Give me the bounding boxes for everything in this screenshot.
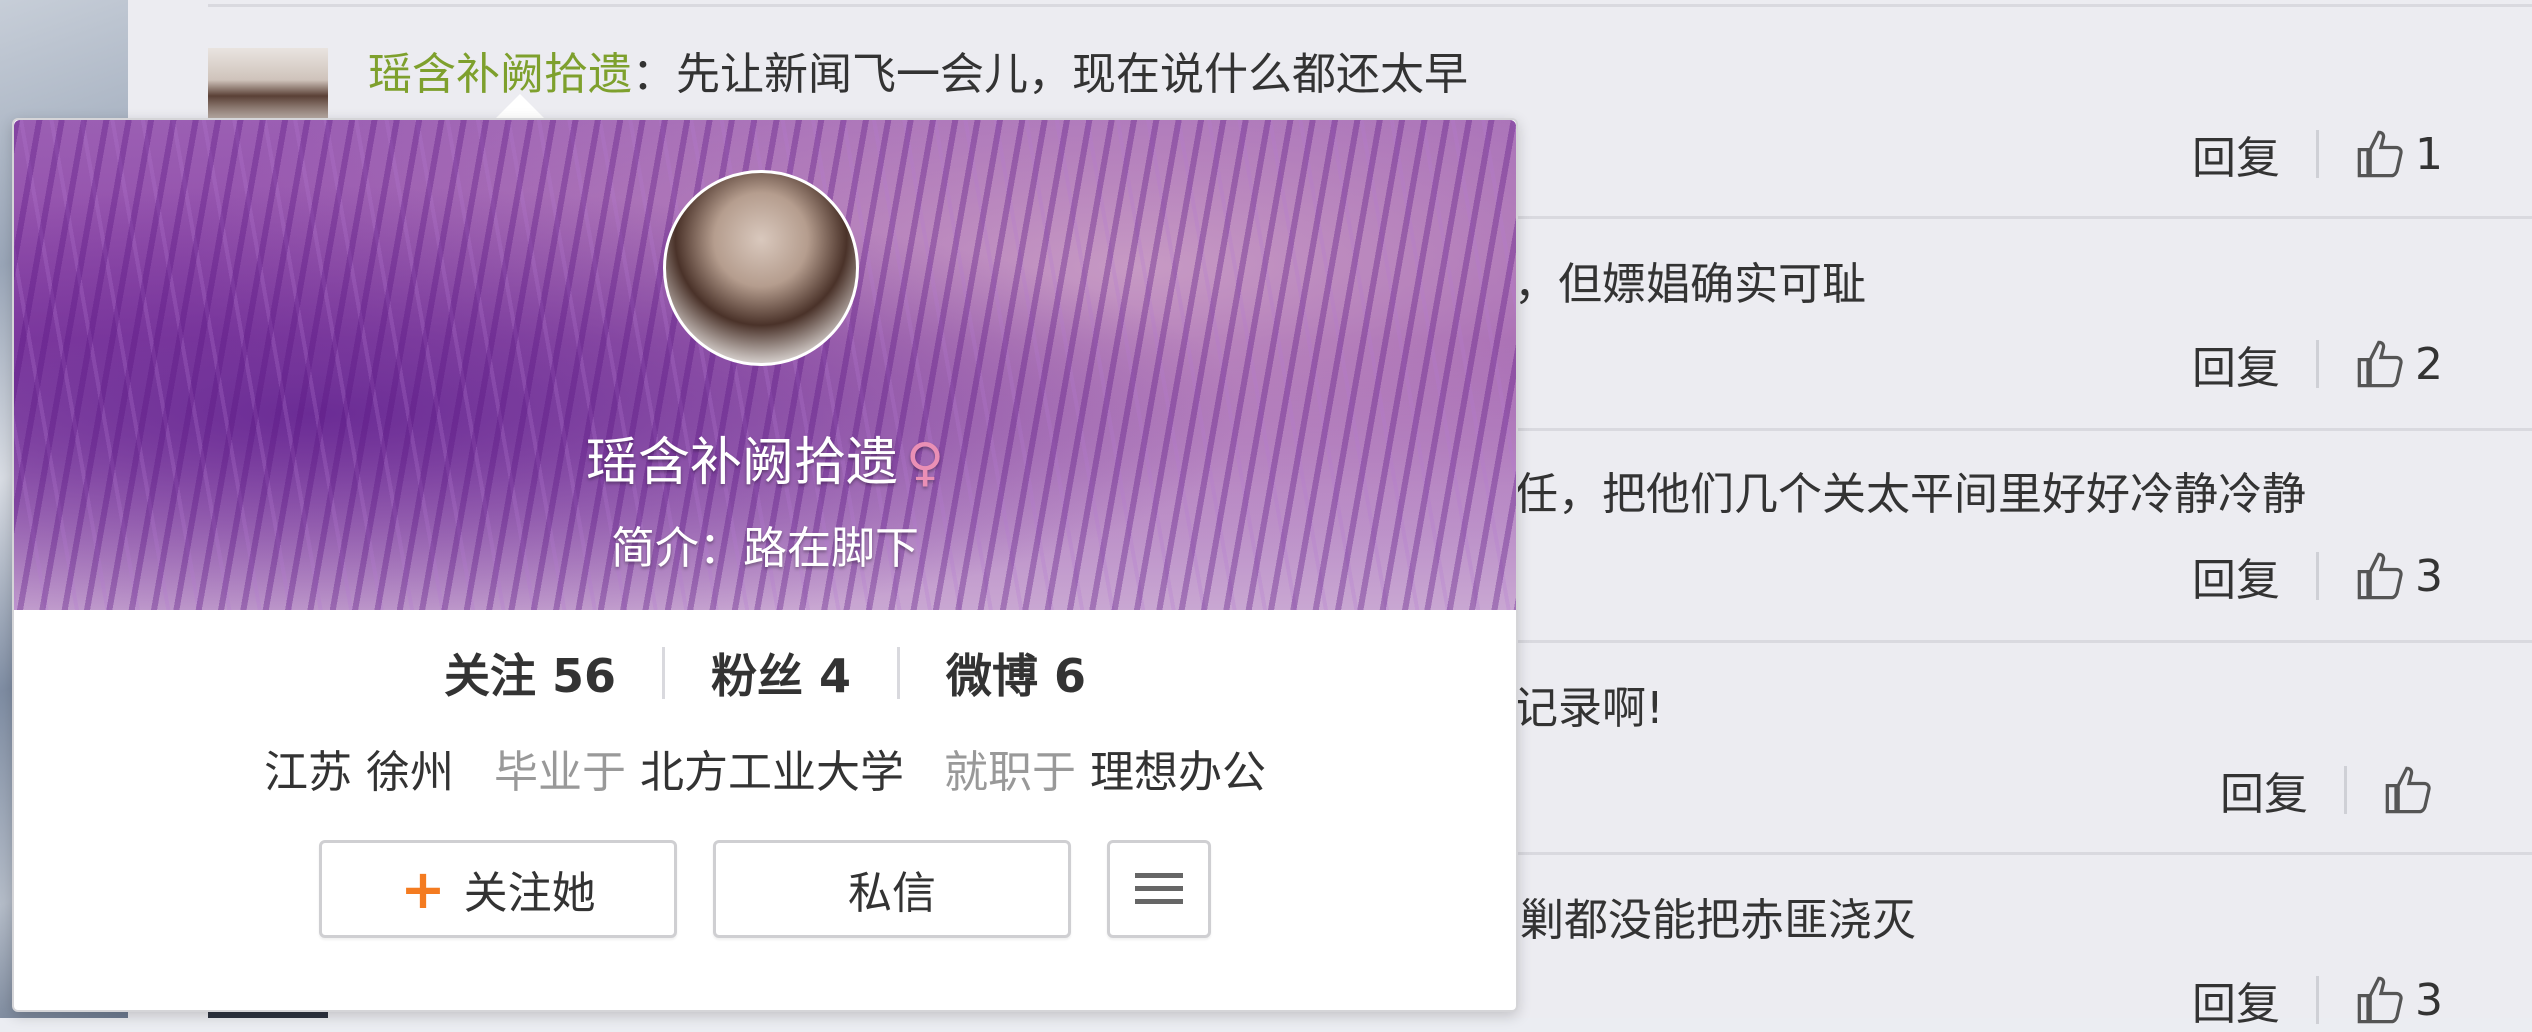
follow-button[interactable]: + 关注她 <box>319 840 677 938</box>
comment-actions: 回复 2 <box>2192 332 2443 396</box>
comment-avatar[interactable] <box>208 48 328 128</box>
reply-button[interactable]: 回复 <box>2220 758 2308 822</box>
like-count: 2 <box>2415 338 2443 390</box>
profile-avatar[interactable] <box>663 170 859 366</box>
work-prefix: 就职于 <box>944 747 1076 798</box>
action-separator <box>2316 340 2319 388</box>
like-count: 1 <box>2415 128 2443 180</box>
school-prefix: 毕业于 <box>494 747 626 798</box>
profile-bio: 简介：路在脚下 <box>611 523 919 574</box>
comment-text: ，但嫖娼确实可耻 <box>1514 248 1866 312</box>
profile-actions: + 关注她 私信 <box>14 840 1516 938</box>
comment-text: 剿都没能把赤匪浇灭 <box>1520 884 1916 948</box>
comment-body: 剿都没能把赤匪浇灭 <box>1520 895 1916 946</box>
comment-text: 记录啊! <box>1514 672 1664 736</box>
message-button[interactable]: 私信 <box>713 840 1071 938</box>
action-separator <box>2316 130 2319 178</box>
comment-author-link[interactable]: 瑶含补阙拾遗 <box>368 49 632 100</box>
reply-button[interactable]: 回复 <box>2192 968 2280 1032</box>
message-button-label: 私信 <box>848 868 936 919</box>
profile-school: 北方工业大学 <box>640 747 904 798</box>
profile-name[interactable]: 瑶含补阙拾遗 ♀ <box>14 420 1516 495</box>
profile-name-text[interactable]: 瑶含补阙拾遗 <box>586 433 898 493</box>
comment-actions: 回复 3 <box>2192 544 2443 608</box>
profile-work: 理想办公 <box>1090 747 1266 798</box>
like-thumb-icon[interactable] <box>2355 550 2407 602</box>
reply-button[interactable]: 回复 <box>2192 544 2280 608</box>
profile-hover-card: 瑶含补阙拾遗 ♀ 简介：路在脚下 关注 56 粉丝 4 微博 6 江苏 徐州 毕业于… <box>12 118 1518 1012</box>
like-thumb-icon[interactable] <box>2355 974 2407 1026</box>
plus-icon: + <box>400 857 446 921</box>
followers-count-link[interactable]: 粉丝 4 <box>665 640 897 706</box>
weibo-count-link[interactable]: 微博 6 <box>900 640 1132 706</box>
profile-cover-image: 瑶含补阙拾遗 ♀ 简介：路在脚下 <box>14 120 1516 610</box>
follow-button-label: 关注她 <box>463 868 596 919</box>
comment-text: 瑶含补阙拾遗：先让新闻飞一会儿，现在说什么都还太早 <box>368 38 1468 102</box>
comment-actions: 回复 1 <box>2192 122 2443 186</box>
profile-info: 江苏 徐州 毕业于 北方工业大学 就职于 理想办公 <box>14 736 1516 800</box>
comment-separator: ： <box>632 49 676 100</box>
like-count: 3 <box>2415 550 2443 602</box>
comment-body: 任，把他们几个关太平间里好好冷静冷静 <box>1514 469 2306 520</box>
reply-button[interactable]: 回复 <box>2192 332 2280 396</box>
female-icon: ♀ <box>905 433 945 493</box>
profile-stats: 关注 56 粉丝 4 微博 6 <box>14 640 1516 706</box>
like-thumb-icon[interactable] <box>2355 128 2407 180</box>
like-thumb-icon[interactable] <box>2383 764 2435 816</box>
reply-button[interactable]: 回复 <box>2192 122 2280 186</box>
comment-body: 先让新闻飞一会儿，现在说什么都还太早 <box>676 49 1468 100</box>
action-separator <box>2316 976 2319 1024</box>
comment-actions: 回复 <box>2220 760 2443 820</box>
action-separator <box>2344 766 2347 814</box>
comment-body: 记录啊! <box>1514 683 1664 734</box>
comment-actions: 回复 3 <box>2192 968 2443 1032</box>
comment-body: ，但嫖娼确实可耻 <box>1514 259 1866 310</box>
card-pointer-arrow <box>494 94 546 120</box>
like-thumb-icon[interactable] <box>2355 338 2407 390</box>
more-menu-button[interactable] <box>1107 840 1211 938</box>
profile-location: 江苏 徐州 <box>264 747 454 798</box>
divider <box>208 4 2532 7</box>
comment-text: 任，把他们几个关太平间里好好冷静冷静 <box>1514 458 2306 522</box>
action-separator <box>2316 552 2319 600</box>
menu-icon <box>1135 873 1183 904</box>
following-count-link[interactable]: 关注 56 <box>398 640 662 706</box>
